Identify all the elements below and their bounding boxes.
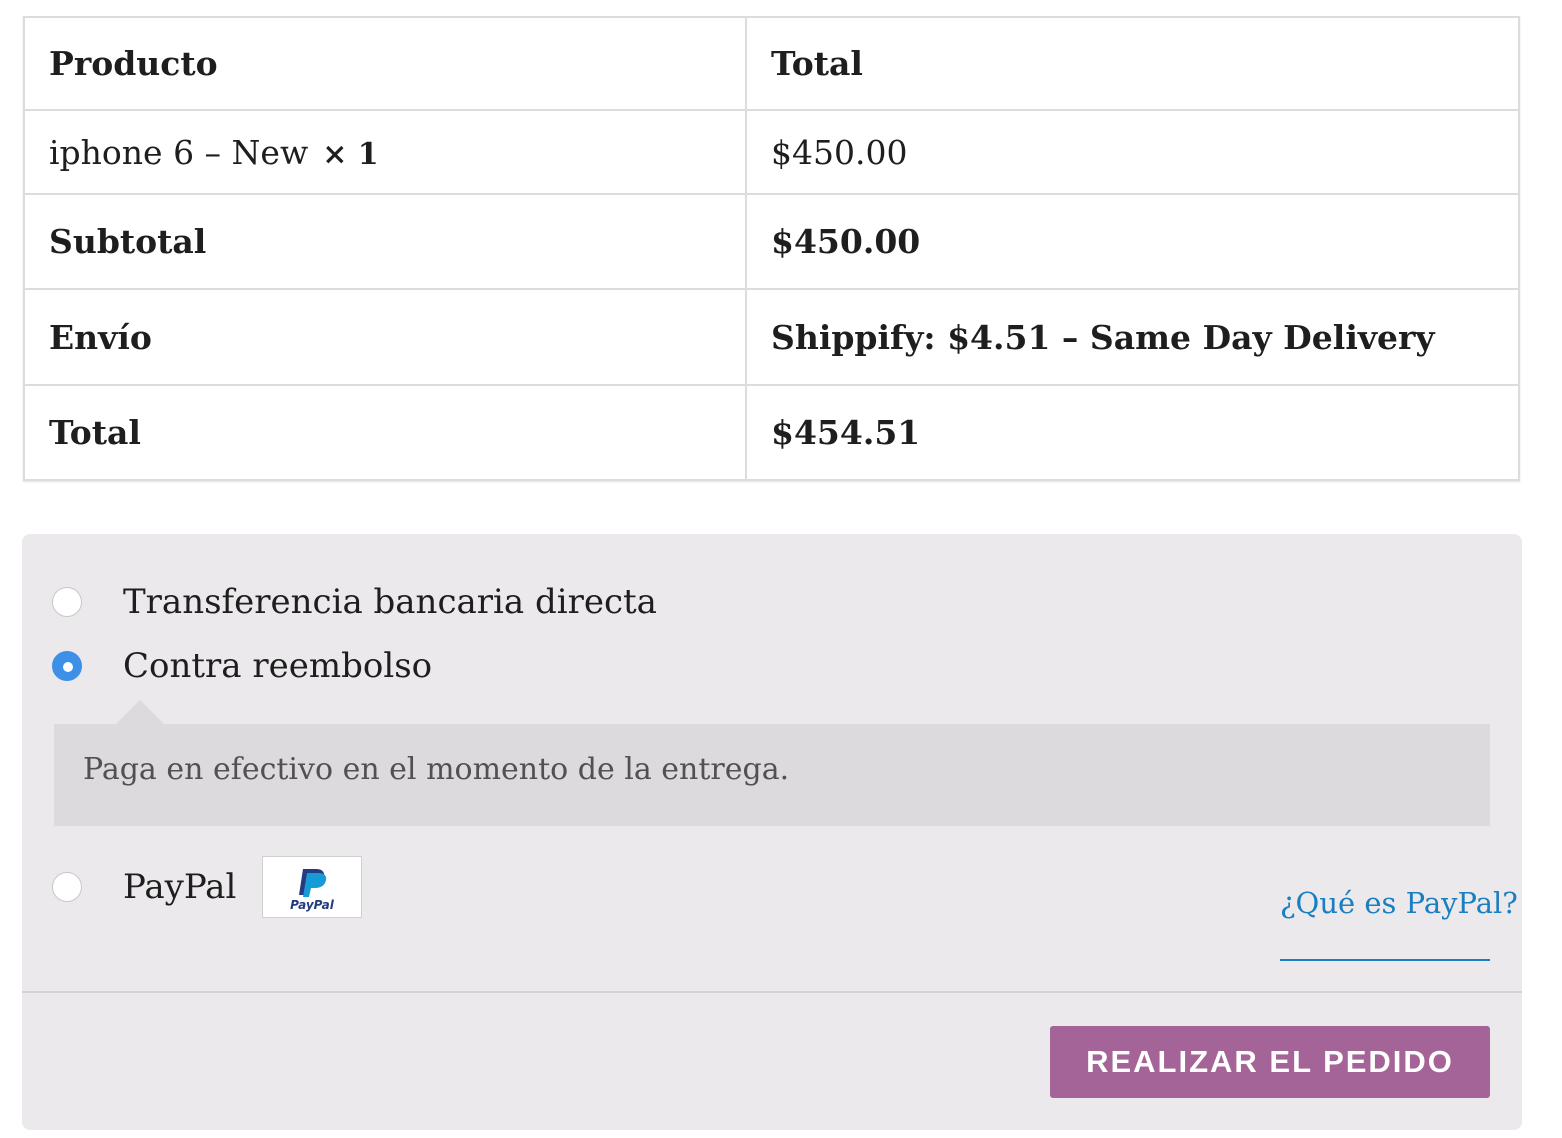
product-name: iphone 6 – New xyxy=(49,132,309,172)
shipping-label: Envío xyxy=(23,288,747,386)
subtotal-label: Subtotal xyxy=(23,193,747,290)
subtotal-row: Subtotal $450.00 xyxy=(23,193,1520,290)
bacs-label[interactable]: Transferencia bancaria directa xyxy=(123,582,657,622)
cod-label[interactable]: Contra reembolso xyxy=(123,646,432,686)
payment-method-bacs[interactable]: Transferencia bancaria directa xyxy=(52,582,657,622)
checkout-review-page: Producto Total iphone 6 – New × 1 $450.00… xyxy=(0,0,1562,1138)
paypal-link-underline xyxy=(1280,959,1490,961)
cod-radio[interactable] xyxy=(52,651,82,681)
cod-description-box: Paga en efectivo en el momento de la ent… xyxy=(54,700,1490,826)
paypal-logo-icon: PayPal xyxy=(262,856,363,918)
cod-description: Paga en efectivo en el momento de la ent… xyxy=(83,752,790,787)
payment-method-paypal[interactable]: PayPal PayPal xyxy=(52,856,363,918)
order-total-value: $454.51 xyxy=(745,384,1520,481)
product-quantity: × 1 xyxy=(322,136,379,172)
bacs-radio[interactable] xyxy=(52,587,82,617)
svg-text:PayPal: PayPal xyxy=(290,898,335,912)
order-review-table: Producto Total iphone 6 – New × 1 $450.00… xyxy=(23,16,1520,481)
product-column-header: Producto xyxy=(23,16,747,111)
shipping-value: Shippify: $4.51 – Same Day Delivery xyxy=(745,288,1520,386)
product-total: $450.00 xyxy=(745,109,1520,195)
table-row: iphone 6 – New × 1 $450.00 xyxy=(23,109,1520,195)
place-order-button[interactable]: REALIZAR EL PEDIDO xyxy=(1050,1026,1490,1098)
paypal-radio[interactable] xyxy=(52,872,82,902)
order-total-row: Total $454.51 xyxy=(23,384,1520,481)
subtotal-value: $450.00 xyxy=(745,193,1520,290)
order-total-label: Total xyxy=(23,384,747,481)
shipping-row: Envío Shippify: $4.51 – Same Day Deliver… xyxy=(23,288,1520,386)
paypal-label[interactable]: PayPal xyxy=(123,867,236,907)
divider xyxy=(22,991,1522,993)
what-is-paypal-link[interactable]: ¿Qué es PayPal? xyxy=(1280,886,1518,920)
payment-method-cod[interactable]: Contra reembolso xyxy=(52,646,432,686)
payment-methods-panel: Transferencia bancaria directa Contra re… xyxy=(22,534,1522,1130)
table-header-row: Producto Total xyxy=(23,16,1520,111)
product-cell: iphone 6 – New × 1 xyxy=(23,109,747,195)
total-column-header: Total xyxy=(745,16,1520,111)
